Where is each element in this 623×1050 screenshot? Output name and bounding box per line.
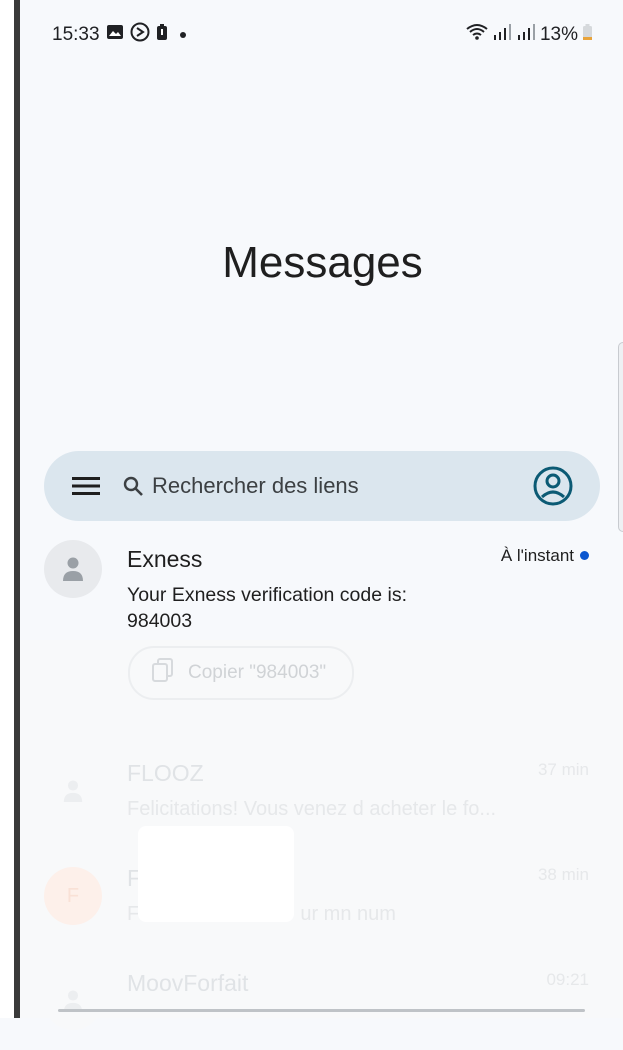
conversation-snippet: Felicitations! Vous venez d acheter le f… <box>127 798 497 820</box>
avatar-initial: F <box>66 884 80 907</box>
search-bar[interactable] <box>44 451 600 521</box>
conversation-snippet: Your Exness verification code is: 984003 <box>127 584 408 632</box>
notification-dot <box>179 32 186 38</box>
gallery-icon <box>106 23 124 47</box>
search-input[interactable] <box>152 473 492 499</box>
status-bar: 15:33 13% <box>52 20 593 50</box>
avatar <box>44 972 102 1030</box>
conversation-name: Exness <box>127 546 203 572</box>
person-icon <box>63 780 83 802</box>
conversation-item-exness[interactable]: Exness À l'instant Your Exness verificat… <box>44 540 604 640</box>
avatar <box>44 540 102 598</box>
faded-conversation-list: Copier "984003" FLOOZ 37 min Felicitatio… <box>20 640 623 1030</box>
battery-percent: 13% <box>539 24 578 45</box>
conversation-time: 09:21 <box>546 970 589 989</box>
conversation-name: FLOOZ <box>127 760 204 786</box>
search-icon <box>122 474 146 498</box>
signal-icon <box>516 24 536 46</box>
conversation-snippet-end: ur mn num <box>300 903 396 925</box>
conversation-item-f[interactable]: F F 38 min F ur mn num <box>44 865 589 945</box>
overlay-patch <box>138 826 294 922</box>
page-title: Messages <box>222 238 423 287</box>
media-icon <box>130 22 150 48</box>
signal-icon <box>492 24 512 46</box>
conversation-time: À l'instant <box>500 546 574 565</box>
status-time: 15:33 <box>52 24 100 45</box>
copy-code-label: Copier "984003" <box>188 662 327 683</box>
conversation-time: 37 min <box>537 760 589 779</box>
unread-indicator <box>580 551 589 560</box>
conversation-time: 38 min <box>537 865 589 884</box>
avatar <box>44 762 102 820</box>
person-icon <box>63 557 83 581</box>
conversation-name: MoovForfait <box>127 970 249 996</box>
copy-icon <box>152 658 174 688</box>
battery-icon <box>582 23 593 47</box>
edge-panel-handle[interactable] <box>618 342 623 532</box>
copy-code-button[interactable]: Copier "984003" <box>128 646 354 700</box>
conversation-item-flooz[interactable]: FLOOZ 37 min Felicitations! Vous venez d… <box>44 760 589 840</box>
screen-left-margin <box>0 0 14 1018</box>
account-icon[interactable] <box>532 465 574 507</box>
menu-icon[interactable] <box>70 470 102 502</box>
avatar: F <box>44 867 102 925</box>
battery-saver-icon <box>156 23 168 47</box>
bottom-divider <box>58 1009 585 1012</box>
wifi-icon <box>466 23 488 47</box>
